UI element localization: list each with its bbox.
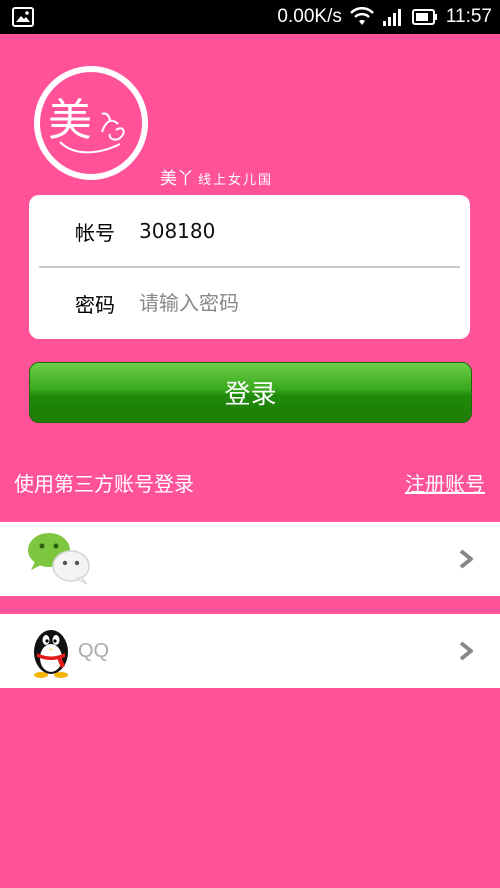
signal-icon — [382, 7, 404, 27]
network-speed: 0.00K/s — [277, 6, 342, 27]
qq-login-row[interactable]: QQ — [0, 614, 500, 688]
register-link[interactable]: 注册账号 — [405, 468, 485, 497]
status-bar: 0.00K/s 11:57 — [0, 0, 500, 34]
login-button[interactable]: 登录 — [29, 362, 472, 423]
third-party-login-label: 使用第三方账号登录 — [14, 472, 194, 496]
account-label: 帐号 — [75, 220, 115, 245]
tagline-sub: 线上女儿国 — [198, 173, 274, 188]
battery-icon — [411, 9, 438, 25]
app-tagline: 美丫 线上女儿国 — [160, 164, 273, 189]
logo-character: 美 — [48, 95, 92, 146]
gallery-notification-icon — [12, 7, 34, 27]
clock: 11:57 — [445, 6, 492, 27]
qq-label: QQ — [78, 639, 110, 662]
account-row: 帐号 — [29, 195, 470, 267]
password-row: 密码 — [29, 267, 470, 339]
wechat-login-row[interactable] — [0, 522, 500, 596]
chevron-right-icon — [458, 641, 474, 661]
wechat-icon — [27, 530, 91, 588]
login-form-card: 帐号 密码 — [29, 195, 470, 339]
password-label: 密码 — [75, 292, 115, 317]
wifi-icon — [349, 7, 374, 27]
tagline-main: 美丫 — [160, 169, 194, 189]
password-input[interactable] — [139, 283, 439, 323]
app-logo: 美 — [34, 66, 148, 180]
chevron-right-icon — [458, 549, 474, 569]
account-input[interactable] — [139, 211, 439, 251]
